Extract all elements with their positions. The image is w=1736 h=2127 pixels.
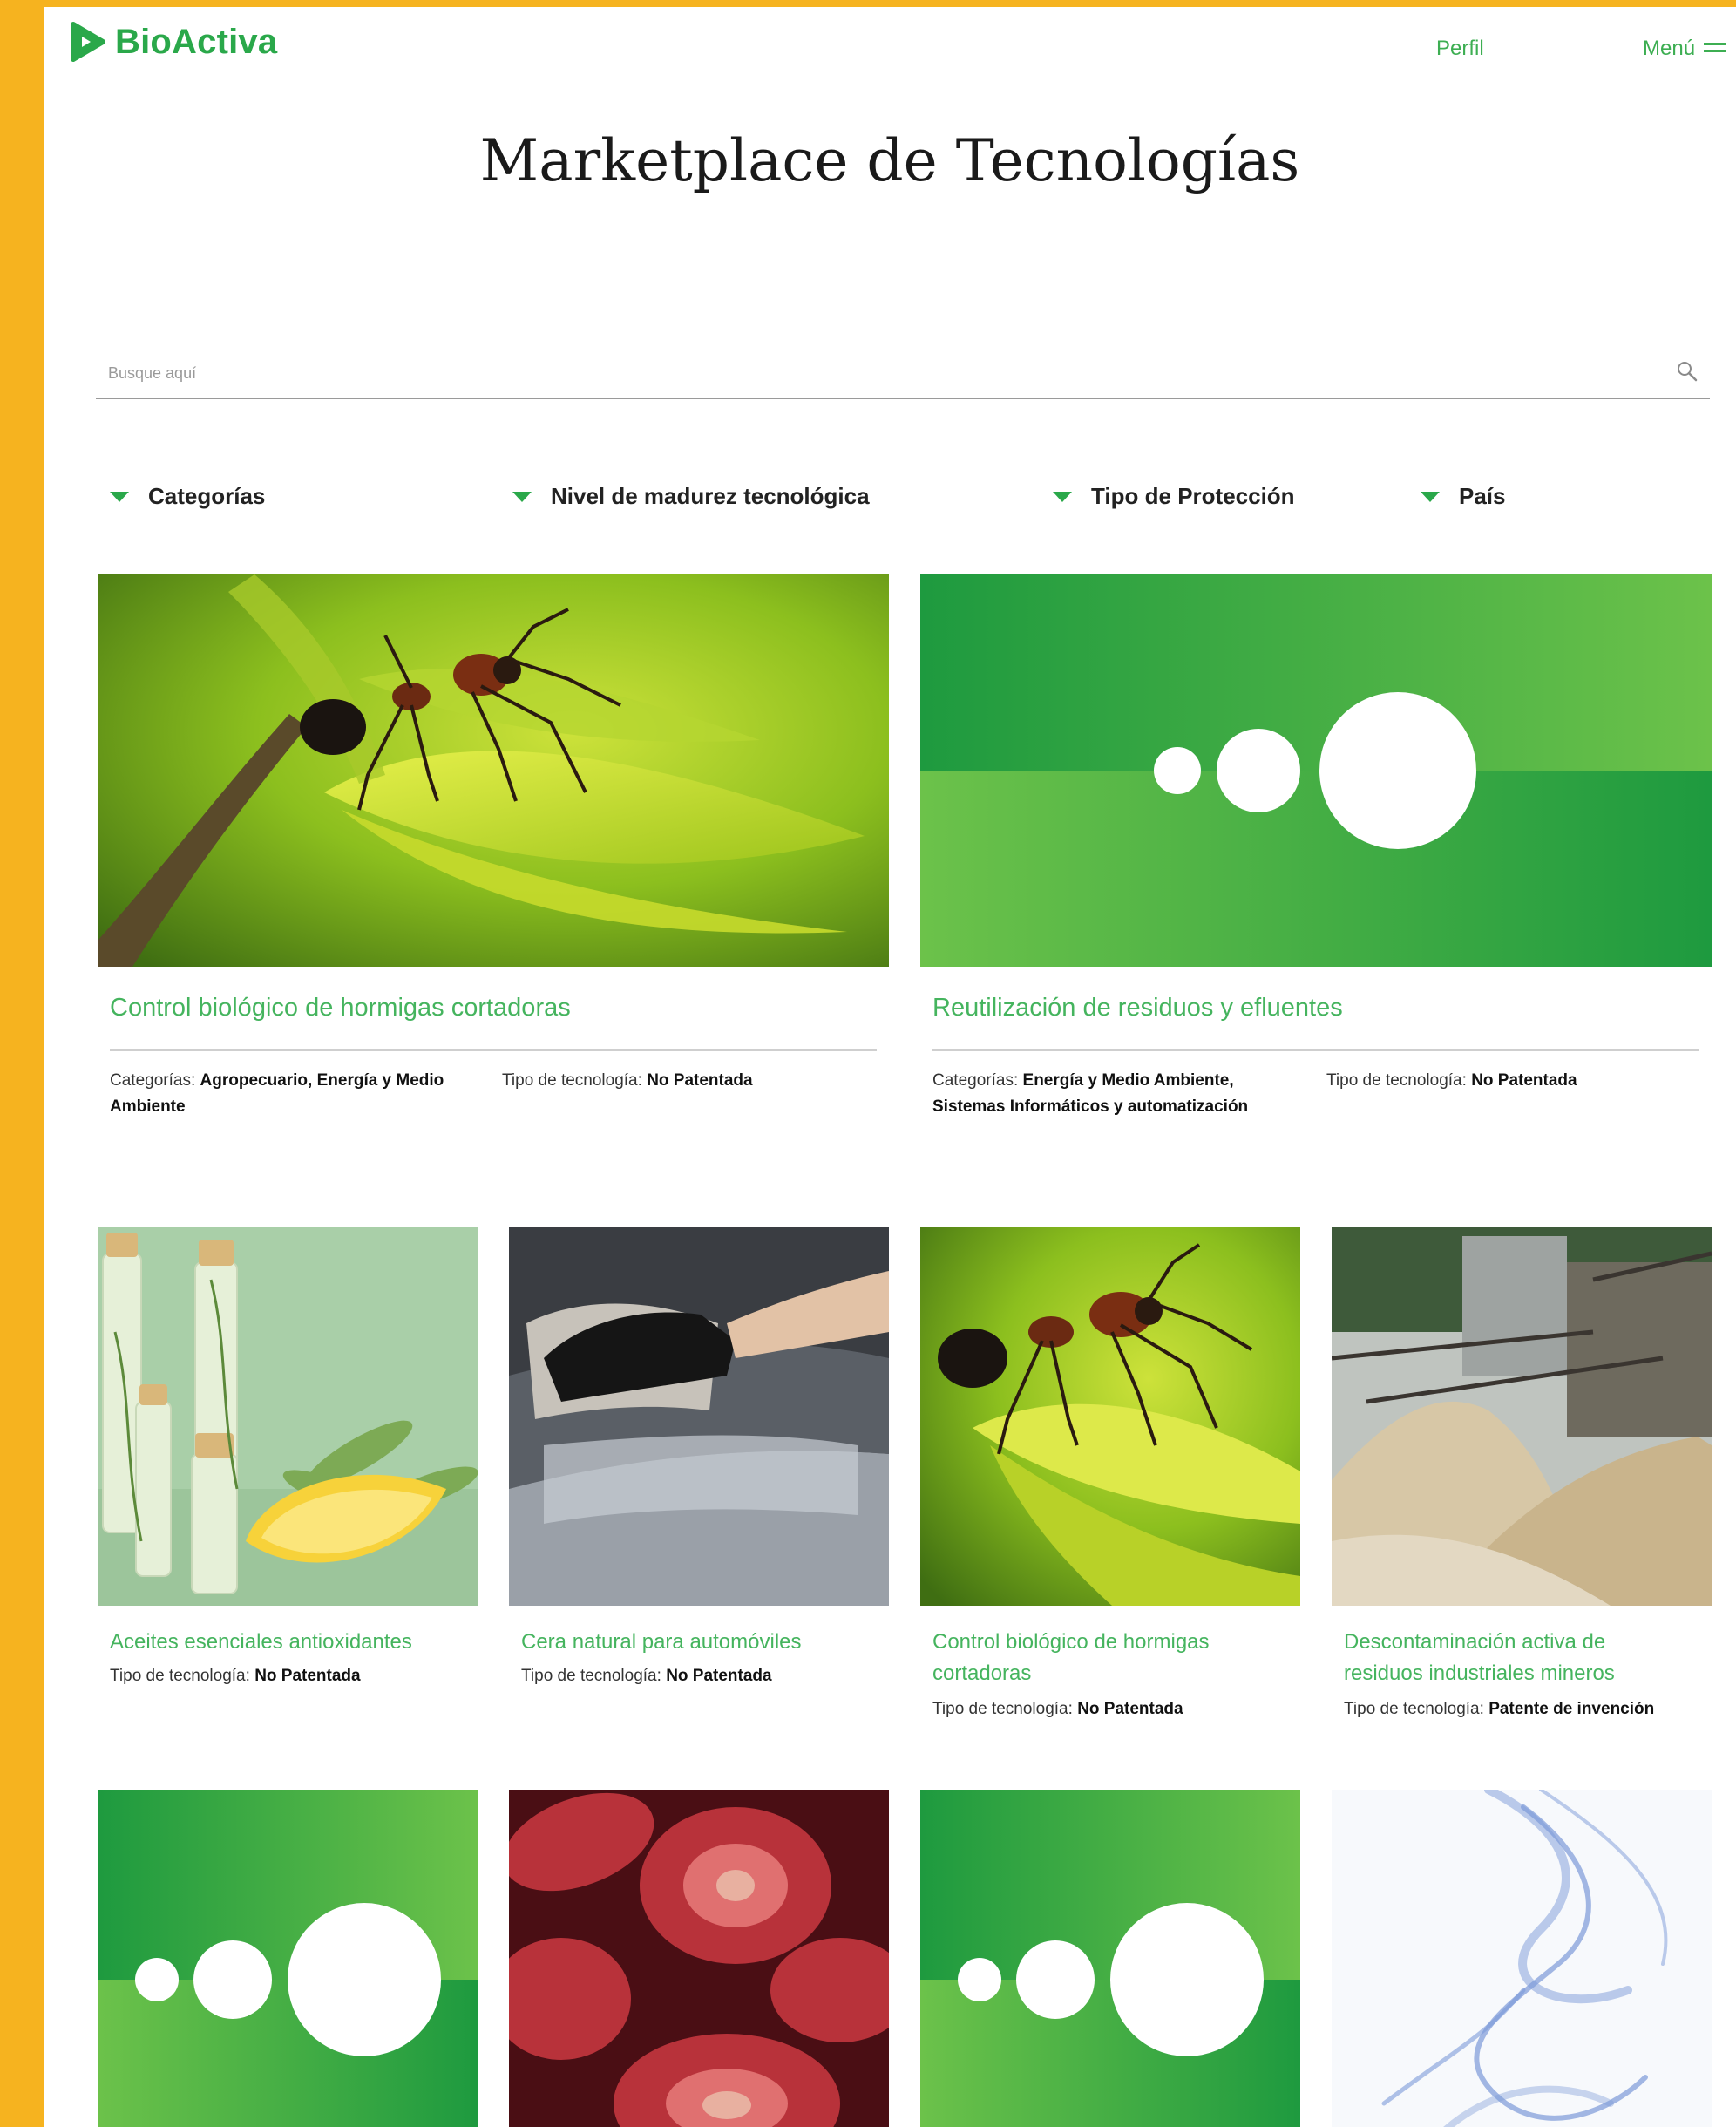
oil-bottles-lemon-image[interactable] bbox=[98, 1227, 478, 1606]
card-tech-type: Tipo de tecnología: No Patentada bbox=[110, 1663, 467, 1689]
tech-type-value: No Patentada bbox=[254, 1667, 361, 1685]
caret-down-icon bbox=[110, 491, 129, 502]
hamburger-icon bbox=[1704, 43, 1727, 55]
tech-type-label: Tipo de tecnología: bbox=[1344, 1700, 1484, 1718]
featured-card[interactable]: Control biológico de hormigas cortadoras… bbox=[98, 574, 889, 1150]
tech-card[interactable] bbox=[920, 1790, 1300, 2127]
filter-label: Categorías bbox=[148, 483, 266, 509]
search-input[interactable] bbox=[96, 359, 1647, 387]
card-divider bbox=[932, 1049, 1699, 1051]
categories-label: Categorías: bbox=[110, 1071, 196, 1090]
filter-label: Nivel de madurez tecnológica bbox=[551, 483, 870, 509]
filter-tipo-proteccion[interactable]: Tipo de Protección bbox=[1053, 483, 1295, 510]
tech-type-value: No Patentada bbox=[647, 1071, 753, 1090]
brand-name: BioActiva bbox=[115, 22, 278, 61]
card-title[interactable]: Control biológico de hormigas cortadoras bbox=[110, 991, 877, 1024]
caret-down-icon bbox=[512, 491, 532, 502]
gloved-hand-car-image[interactable] bbox=[509, 1227, 889, 1606]
caret-down-icon bbox=[1053, 491, 1072, 502]
search-icon[interactable] bbox=[1675, 359, 1699, 384]
tech-type-label: Tipo de tecnología: bbox=[1326, 1071, 1467, 1090]
card-tech-type: Tipo de tecnología: No Patentada bbox=[1326, 1068, 1692, 1094]
nav-menu-button[interactable]: Menú bbox=[1643, 37, 1727, 61]
featured-card[interactable]: Reutilización de residuos y efluentes Ca… bbox=[920, 574, 1712, 1150]
card-title[interactable]: Descontaminación activa de residuos indu… bbox=[1344, 1627, 1684, 1689]
ant-on-leaf-image[interactable] bbox=[920, 1227, 1300, 1606]
tech-card[interactable]: Descontaminación activa de residuos indu… bbox=[1332, 1227, 1712, 1768]
dried-strawberries-image[interactable] bbox=[509, 1790, 889, 2127]
brand-logo[interactable]: BioActiva bbox=[70, 21, 277, 63]
page-title: Marketplace de Tecnologías bbox=[479, 127, 1300, 194]
tech-type-label: Tipo de tecnología: bbox=[521, 1667, 661, 1685]
nav-menu-label: Menú bbox=[1643, 37, 1696, 60]
green-circles-banner-image[interactable] bbox=[98, 1790, 478, 2127]
card-tech-type: Tipo de tecnología: Patente de invención bbox=[1344, 1696, 1701, 1723]
card-title[interactable]: Reutilización de residuos y efluentes bbox=[932, 991, 1699, 1024]
card-tech-type: Tipo de tecnología: No Patentada bbox=[932, 1696, 1290, 1723]
tech-type-value: Patente de invención bbox=[1488, 1700, 1655, 1718]
blue-smoke-image[interactable] bbox=[1332, 1790, 1712, 2127]
card-tech-type: Tipo de tecnología: No Patentada bbox=[502, 1068, 868, 1094]
tech-type-label: Tipo de tecnología: bbox=[502, 1071, 642, 1090]
tech-card[interactable] bbox=[509, 1790, 889, 2127]
categories-label: Categorías: bbox=[932, 1071, 1019, 1090]
card-title[interactable]: Control biológico de hormigas cortadoras bbox=[932, 1627, 1264, 1689]
tech-type-value: No Patentada bbox=[1077, 1700, 1183, 1718]
filter-nivel-madurez[interactable]: Nivel de madurez tecnológica bbox=[512, 483, 870, 510]
tech-card[interactable]: Control biológico de hormigas cortadoras… bbox=[920, 1227, 1300, 1768]
card-tech-type: Tipo de tecnología: No Patentada bbox=[521, 1663, 878, 1689]
play-logo-icon bbox=[71, 22, 105, 62]
tech-type-label: Tipo de tecnología: bbox=[110, 1667, 250, 1685]
filter-label: Tipo de Protección bbox=[1091, 483, 1295, 509]
card-categories: Categorías: Energía y Medio Ambiente, Si… bbox=[932, 1068, 1307, 1120]
card-divider bbox=[110, 1049, 877, 1051]
caret-down-icon bbox=[1421, 491, 1440, 502]
card-categories: Categorías: Agropecuario, Energía y Medi… bbox=[110, 1068, 476, 1120]
tech-type-label: Tipo de tecnología: bbox=[932, 1700, 1073, 1718]
tech-type-value: No Patentada bbox=[666, 1667, 772, 1685]
filter-pais[interactable]: País bbox=[1421, 483, 1506, 510]
mining-sand-piles-image[interactable] bbox=[1332, 1227, 1712, 1606]
tech-card[interactable] bbox=[98, 1790, 478, 2127]
tech-card[interactable]: Cera natural para automóviles Tipo de te… bbox=[509, 1227, 889, 1768]
page: BioActiva Perfil Menú Marketplace de Tec… bbox=[44, 7, 1736, 2127]
tech-type-value: No Patentada bbox=[1471, 1071, 1577, 1090]
ant-on-leaf-image[interactable] bbox=[98, 574, 889, 967]
tech-card[interactable] bbox=[1332, 1790, 1712, 2127]
filter-label: País bbox=[1459, 483, 1506, 509]
green-circles-banner-image[interactable] bbox=[920, 574, 1712, 967]
card-title[interactable]: Cera natural para automóviles bbox=[521, 1627, 878, 1658]
search-bar bbox=[96, 347, 1710, 399]
green-circles-banner-image[interactable] bbox=[920, 1790, 1300, 2127]
nav-perfil-link[interactable]: Perfil bbox=[1436, 37, 1484, 61]
card-title[interactable]: Aceites esenciales antioxidantes bbox=[110, 1627, 467, 1658]
filter-categorias[interactable]: Categorías bbox=[110, 483, 265, 510]
tech-card[interactable]: Aceites esenciales antioxidantes Tipo de… bbox=[98, 1227, 478, 1768]
